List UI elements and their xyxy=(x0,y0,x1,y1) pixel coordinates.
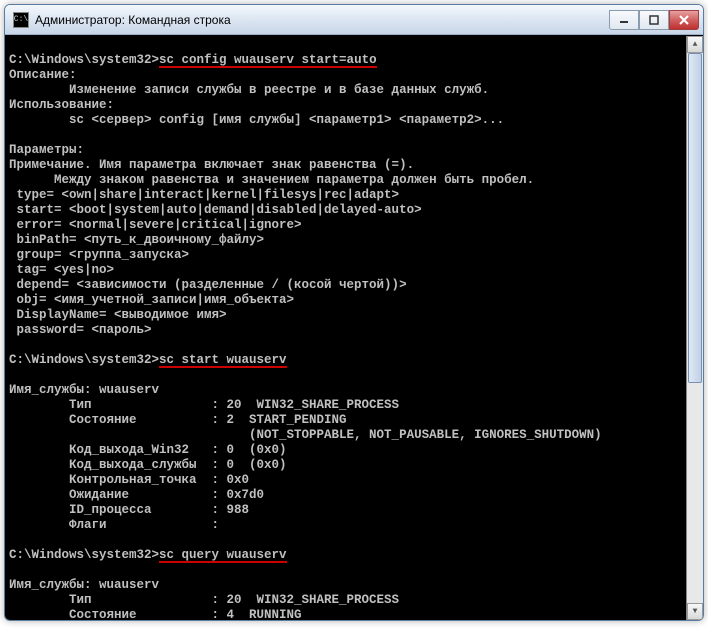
command-text: sc query wuauserv xyxy=(159,548,287,562)
output-line: Состояние : 4 xyxy=(9,608,249,620)
output-line: Ожидание : 0x7d0 xyxy=(9,488,264,502)
output-line: group= <группа_запуска> xyxy=(9,248,189,262)
close-button[interactable] xyxy=(669,10,699,30)
scroll-thumb[interactable] xyxy=(688,53,702,383)
console-area: C:\Windows\system32>sc config wuauserv s… xyxy=(5,35,703,620)
output-line: Имя_службы: wuauserv xyxy=(9,578,159,592)
output-line: Тип : 20 WIN32_SHARE_PROCESS xyxy=(9,398,399,412)
minimize-button[interactable] xyxy=(609,10,639,30)
output-line: DisplayName= <выводимое имя> xyxy=(9,308,227,322)
command-prompt-window: C:\ Администратор: Командная строка C:\W… xyxy=(4,4,704,621)
output-line: tag= <yes|no> xyxy=(9,263,114,277)
output-line: depend= <зависимости (разделенные / (кос… xyxy=(9,278,407,292)
maximize-button[interactable] xyxy=(639,10,669,30)
output-line: Контрольная_точка : 0x0 xyxy=(9,473,249,487)
command-text: sc start wuauserv xyxy=(159,353,287,367)
window-title: Администратор: Командная строка xyxy=(35,13,609,27)
scroll-up-button[interactable]: ▲ xyxy=(687,36,703,53)
output-line: Описание: xyxy=(9,68,77,82)
titlebar[interactable]: C:\ Администратор: Командная строка xyxy=(5,5,703,35)
output-line: (NOT_STOPPABLE, NOT_PAUSABLE, IGNORES_SH… xyxy=(9,428,602,442)
output-line: Флаги : xyxy=(9,518,219,532)
output-line: Примечание. Имя параметра включает знак … xyxy=(9,158,414,172)
output-line: Имя_службы: wuauserv xyxy=(9,383,159,397)
output-line: Между знаком равенства и значением парам… xyxy=(9,173,534,187)
output-line: Код_выхода_Win32 : 0 (0x0) xyxy=(9,443,287,457)
maximize-icon xyxy=(649,15,659,25)
terminal-output[interactable]: C:\Windows\system32>sc config wuauserv s… xyxy=(5,36,686,620)
output-line: binPath= <путь_к_двоичному_файлу> xyxy=(9,233,264,247)
output-line: ID_процесса : 988 xyxy=(9,503,249,517)
prompt: C:\Windows\system32> xyxy=(9,53,159,67)
window-controls xyxy=(609,10,699,30)
minimize-icon xyxy=(619,15,629,25)
output-line: sc <сервер> config [имя службы] <парамет… xyxy=(9,113,504,127)
running-status: RUNNING xyxy=(249,608,302,620)
prompt: C:\Windows\system32> xyxy=(9,353,159,367)
output-line: Изменение записи службы в реестре и в ба… xyxy=(9,83,489,97)
vertical-scrollbar[interactable]: ▲ ▼ xyxy=(686,36,703,620)
output-line: password= <пароль> xyxy=(9,323,152,337)
output-line: start= <boot|system|auto|demand|disabled… xyxy=(9,203,422,217)
output-line: type= <own|share|interact|kernel|filesys… xyxy=(9,188,399,202)
prompt: C:\Windows\system32> xyxy=(9,548,159,562)
output-line: obj= <имя_учетной_записи|имя_объекта> xyxy=(9,293,294,307)
scroll-down-button[interactable]: ▼ xyxy=(687,603,703,620)
output-line: Параметры: xyxy=(9,143,84,157)
close-icon xyxy=(679,15,689,25)
output-line: Состояние : 2 START_PENDING xyxy=(9,413,347,427)
output-line: Тип : 20 WIN32_SHARE_PROCESS xyxy=(9,593,399,607)
command-text: sc config wuauserv start=auto xyxy=(159,53,377,67)
output-line: Использование: xyxy=(9,98,114,112)
app-icon: C:\ xyxy=(13,12,29,28)
output-line: error= <normal|severe|critical|ignore> xyxy=(9,218,302,232)
scroll-track[interactable] xyxy=(687,53,703,603)
output-line: Код_выхода_службы : 0 (0x0) xyxy=(9,458,287,472)
